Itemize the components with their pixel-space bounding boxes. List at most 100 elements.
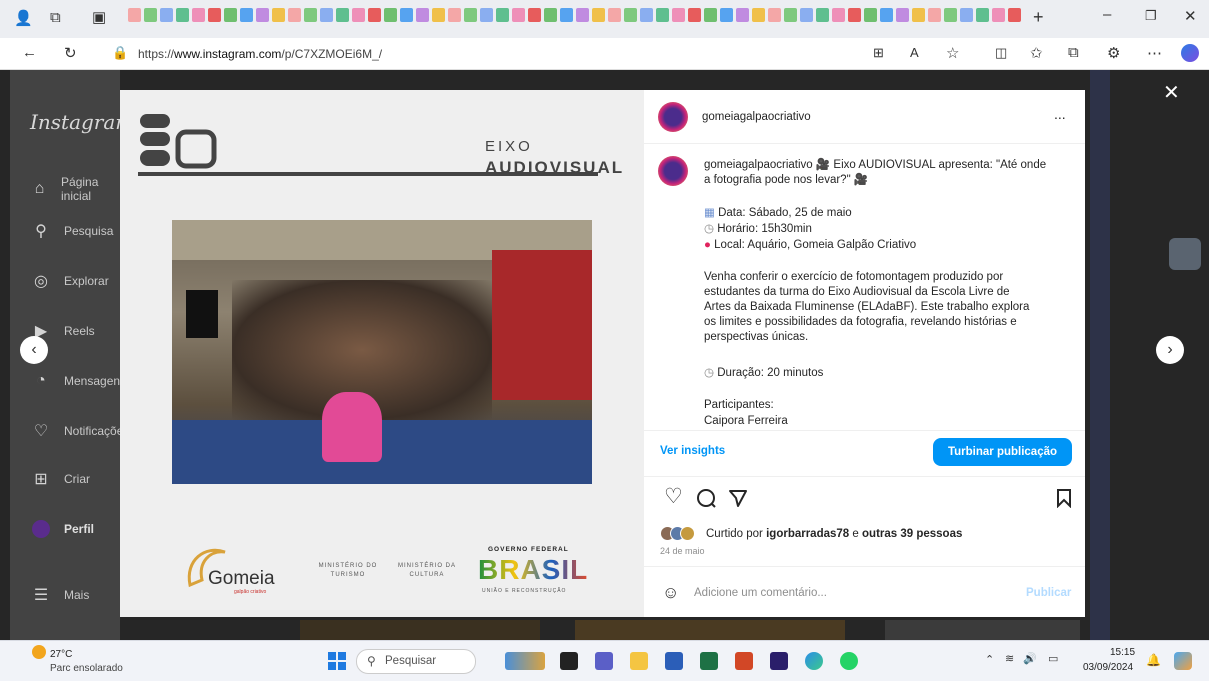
browser-tab[interactable] xyxy=(144,8,157,22)
browser-tab[interactable] xyxy=(176,8,189,22)
browser-tab[interactable] xyxy=(720,8,733,22)
windows-start-icon[interactable] xyxy=(328,652,346,670)
restore-button[interactable]: ❐ xyxy=(1145,8,1157,24)
publish-comment-button[interactable]: Publicar xyxy=(1026,587,1071,599)
browser-tab[interactable] xyxy=(624,8,637,22)
more-menu-icon[interactable]: ⋯ xyxy=(1147,44,1162,62)
news-widget-icon[interactable] xyxy=(505,652,545,670)
premiere-icon[interactable] xyxy=(770,652,788,670)
browser-tab[interactable] xyxy=(224,8,237,22)
browser-tab[interactable] xyxy=(640,8,653,22)
browser-tab[interactable] xyxy=(496,8,509,22)
browser-tab[interactable] xyxy=(800,8,813,22)
liked-user-link[interactable]: igorbarradas78 xyxy=(766,528,849,540)
post-date[interactable]: 24 de maio xyxy=(660,546,705,556)
sidebar-item-profile[interactable]: Perfil xyxy=(32,520,94,538)
excel-icon[interactable] xyxy=(700,652,718,670)
sidebar-item-notifications[interactable]: ♡ Notificações xyxy=(32,422,130,440)
browser-tab[interactable] xyxy=(208,8,221,22)
copilot-icon[interactable] xyxy=(1181,44,1199,62)
floating-edge-icon[interactable] xyxy=(1169,238,1201,270)
comment-input[interactable]: Adicione um comentário... xyxy=(694,587,827,599)
profile-icon[interactable]: 👤 xyxy=(14,9,33,27)
task-view-icon[interactable] xyxy=(560,652,578,670)
browser-tab[interactable] xyxy=(336,8,349,22)
caption-username[interactable]: gomeiagalpaocriativo xyxy=(704,159,813,171)
caption-avatar[interactable] xyxy=(658,156,688,186)
browser-tab[interactable] xyxy=(272,8,285,22)
workspaces-icon[interactable]: ⧉ xyxy=(50,9,61,26)
sidebar-item-search[interactable]: ⚲ Pesquisa xyxy=(32,222,113,240)
taskbar-search[interactable]: ⚲ Pesquisar xyxy=(356,649,476,674)
file-explorer-icon[interactable] xyxy=(630,652,648,670)
new-tab-button[interactable]: + xyxy=(1033,7,1044,28)
browser-tab[interactable] xyxy=(752,8,765,22)
liked-others-link[interactable]: outras 39 pessoas xyxy=(862,528,962,540)
volume-icon[interactable]: 🔊 xyxy=(1023,652,1037,665)
minimize-button[interactable]: – xyxy=(1103,6,1111,23)
previous-post-button[interactable]: ‹ xyxy=(20,336,48,364)
browser-tab[interactable] xyxy=(944,8,957,22)
back-icon[interactable]: ← xyxy=(22,44,37,61)
browser-tab[interactable] xyxy=(864,8,877,22)
lock-icon[interactable]: 🔒 xyxy=(112,45,128,61)
sidebar-item-explore[interactable]: ◎ Explorar xyxy=(32,272,109,290)
apps-icon[interactable]: ⊞ xyxy=(873,45,884,61)
whatsapp-icon[interactable] xyxy=(840,652,858,670)
split-screen-icon[interactable]: ◫ xyxy=(995,45,1007,61)
wifi-icon[interactable]: ≋ xyxy=(1005,652,1014,665)
author-avatar[interactable] xyxy=(658,102,688,132)
browser-tab[interactable] xyxy=(688,8,701,22)
comment-icon[interactable] xyxy=(696,488,716,508)
browser-tab[interactable] xyxy=(912,8,925,22)
read-aloud-icon[interactable]: A xyxy=(910,45,919,60)
view-insights-link[interactable]: Ver insights xyxy=(660,445,725,457)
tab-actions-icon[interactable]: ▣ xyxy=(92,8,106,26)
browser-tab[interactable] xyxy=(816,8,829,22)
browser-tab[interactable] xyxy=(512,8,525,22)
close-window-button[interactable]: ✕ xyxy=(1184,7,1197,25)
browser-tab[interactable] xyxy=(352,8,365,22)
clock-date[interactable]: 03/09/2024 xyxy=(1083,662,1133,673)
sidebar-item-create[interactable]: ⊞ Criar xyxy=(32,470,90,488)
browser-tab[interactable] xyxy=(288,8,301,22)
browser-tab[interactable] xyxy=(976,8,989,22)
browser-tab[interactable] xyxy=(672,8,685,22)
browser-tab[interactable] xyxy=(784,8,797,22)
browser-tab[interactable] xyxy=(432,8,445,22)
browser-tab[interactable] xyxy=(192,8,205,22)
weather-status[interactable]: Parc ensolarado xyxy=(50,663,123,674)
edge-icon[interactable] xyxy=(805,652,823,670)
browser-tab[interactable] xyxy=(704,8,717,22)
browser-tab[interactable] xyxy=(992,8,1005,22)
weather-sun-icon[interactable] xyxy=(32,645,46,659)
browser-tab[interactable] xyxy=(304,8,317,22)
share-icon[interactable] xyxy=(728,488,748,508)
teams-icon[interactable] xyxy=(595,652,613,670)
browser-tab[interactable] xyxy=(576,8,589,22)
browser-tab[interactable] xyxy=(448,8,461,22)
sidebar-item-messages[interactable]: ◔ Mensagens xyxy=(32,372,126,390)
emoji-picker-icon[interactable]: ☺ xyxy=(662,583,679,603)
close-modal-icon[interactable]: ✕ xyxy=(1163,80,1180,105)
word-icon[interactable] xyxy=(665,652,683,670)
notification-bell-icon[interactable]: 🔔 xyxy=(1146,653,1161,667)
browser-tab[interactable] xyxy=(400,8,413,22)
liked-avatars[interactable] xyxy=(660,526,700,542)
more-options-icon[interactable]: ... xyxy=(1054,106,1066,122)
browser-tab[interactable] xyxy=(896,8,909,22)
browser-tab[interactable] xyxy=(880,8,893,22)
post-image[interactable]: EIXO AUDIOVISUAL Gomeia galpão criativo … xyxy=(120,90,644,617)
browser-tab[interactable] xyxy=(656,8,669,22)
browser-tab[interactable] xyxy=(128,8,141,22)
browser-tab[interactable] xyxy=(960,8,973,22)
browser-tab[interactable] xyxy=(240,8,253,22)
browser-tab[interactable] xyxy=(1008,8,1021,22)
browser-tab[interactable] xyxy=(528,8,541,22)
sidebar-item-more[interactable]: ☰ Mais xyxy=(32,586,90,604)
browser-tab[interactable] xyxy=(384,8,397,22)
browser-tab[interactable] xyxy=(736,8,749,22)
favorite-star-icon[interactable]: ☆ xyxy=(946,44,959,62)
browser-tab[interactable] xyxy=(464,8,477,22)
browser-tab[interactable] xyxy=(848,8,861,22)
